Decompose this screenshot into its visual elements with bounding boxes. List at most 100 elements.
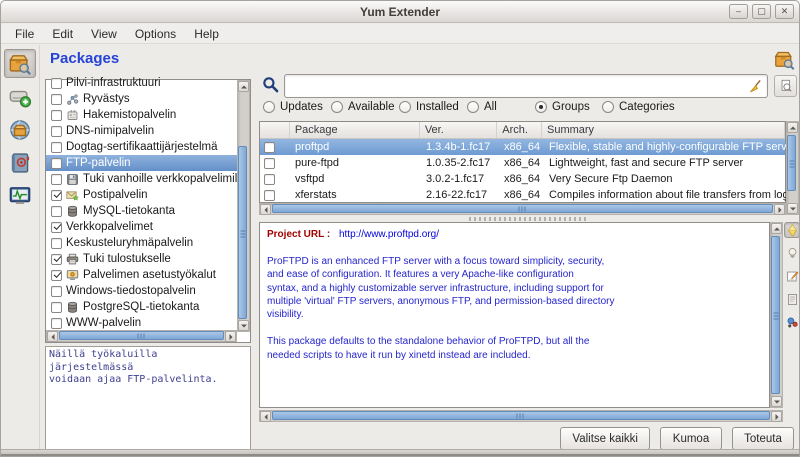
group-checkbox[interactable] <box>51 174 62 185</box>
group-checkbox[interactable] <box>51 206 62 217</box>
description-button[interactable] <box>784 222 800 238</box>
menu-view[interactable]: View <box>82 24 126 43</box>
group-checkbox[interactable] <box>51 238 62 249</box>
group-row[interactable]: Hakemistopalvelin <box>46 107 237 123</box>
group-row[interactable]: Verkkopalvelimet <box>46 219 237 235</box>
info-vscrollbar[interactable] <box>770 222 783 408</box>
package-checkbox[interactable] <box>264 174 275 185</box>
filter-all[interactable]: All <box>467 100 535 114</box>
history-button[interactable] <box>4 148 36 177</box>
radio-icon[interactable] <box>535 101 547 113</box>
scroll-left-button[interactable] <box>47 331 58 342</box>
scroll-down-button[interactable] <box>238 320 249 331</box>
group-row[interactable]: WWW-palvelin <box>46 315 237 331</box>
toteuta-button[interactable]: Toteuta <box>732 427 794 450</box>
scroll-up-button[interactable] <box>787 122 798 133</box>
group-checkbox[interactable] <box>51 190 62 201</box>
package-queue-button[interactable] <box>4 82 36 111</box>
radio-icon[interactable] <box>467 101 479 113</box>
menu-help[interactable]: Help <box>185 24 228 43</box>
package-row[interactable]: pure-ftpd1.0.35-2.fc17x86_64Lightweight,… <box>260 155 785 171</box>
scroll-down-button[interactable] <box>771 396 782 407</box>
paned-splitter-handle[interactable] <box>469 217 589 221</box>
search-options-button[interactable] <box>774 75 797 97</box>
filter-categories[interactable]: Categories <box>602 100 702 114</box>
maximize-button[interactable]: ▢ <box>752 4 771 19</box>
table-vscrollbar[interactable] <box>786 121 799 215</box>
scroll-right-button[interactable] <box>225 331 236 342</box>
group-row[interactable]: Ryvästys <box>46 91 237 107</box>
group-row[interactable]: Tuki tulostukselle <box>46 251 237 267</box>
scroll-right-button[interactable] <box>771 411 782 422</box>
group-checkbox[interactable] <box>51 302 62 313</box>
scroll-down-button[interactable] <box>787 203 798 214</box>
group-checkbox[interactable] <box>51 110 62 121</box>
valitse-kaikki-button[interactable]: Valitse kaikki <box>560 427 650 450</box>
packages-button[interactable] <box>4 49 36 78</box>
repositories-button[interactable] <box>4 115 36 144</box>
scrollbar-thumb[interactable] <box>59 331 224 340</box>
group-row[interactable]: MySQL-tietokanta <box>46 203 237 219</box>
column-summary[interactable]: Summary <box>542 122 785 138</box>
scrollbar-thumb[interactable] <box>238 146 247 319</box>
output-button[interactable] <box>4 181 36 210</box>
group-tree-hscrollbar[interactable] <box>46 330 237 342</box>
group-row[interactable]: Pilvi-infrastruktuuri <box>46 75 237 91</box>
update-info-button[interactable] <box>784 245 800 261</box>
filter-updates[interactable]: Updates <box>263 100 331 114</box>
column-select[interactable] <box>260 122 290 138</box>
changelog-button[interactable] <box>784 268 800 284</box>
scrollbar-thumb[interactable] <box>272 411 770 420</box>
filter-groups[interactable]: Groups <box>535 100 602 114</box>
menu-file[interactable]: File <box>6 24 43 43</box>
group-checkbox[interactable] <box>51 222 62 233</box>
table-hscrollbar[interactable] <box>259 203 786 215</box>
group-row[interactable]: Windows-tiedostopalvelin <box>46 283 237 299</box>
group-checkbox[interactable] <box>51 142 62 153</box>
kumoa-button[interactable]: Kumoa <box>660 427 722 450</box>
group-checkbox[interactable] <box>51 78 62 89</box>
package-row[interactable]: vsftpd3.0.2-1.fc17x86_64Very Secure Ftp … <box>260 171 785 187</box>
close-button[interactable]: ✕ <box>775 4 794 19</box>
group-checkbox[interactable] <box>51 254 62 265</box>
scroll-up-button[interactable] <box>238 81 249 92</box>
column-arch[interactable]: Arch. <box>497 122 542 138</box>
scroll-left-button[interactable] <box>260 204 271 215</box>
package-row[interactable]: xferstats2.16-22.fc17x86_64Compiles info… <box>260 187 785 203</box>
menu-options[interactable]: Options <box>126 24 185 43</box>
radio-icon[interactable] <box>331 101 343 113</box>
filter-available[interactable]: Available <box>331 100 399 114</box>
scrollbar-thumb[interactable] <box>771 236 780 394</box>
group-row[interactable]: Tuki vanhoille verkkopalvelimille <box>46 171 237 187</box>
info-hscrollbar[interactable] <box>259 410 783 422</box>
radio-icon[interactable] <box>399 101 411 113</box>
group-row[interactable]: Keskusteluryhmäpalvelin <box>46 235 237 251</box>
group-row[interactable]: FTP-palvelin <box>46 155 237 171</box>
group-row[interactable]: PostgreSQL-tietokanta <box>46 299 237 315</box>
group-row[interactable]: Palvelimen asetustyökalut <box>46 267 237 283</box>
menu-edit[interactable]: Edit <box>43 24 82 43</box>
titlebar[interactable]: Yum Extender –▢✕ <box>1 1 799 23</box>
group-checkbox[interactable] <box>51 94 62 105</box>
group-checkbox[interactable] <box>51 286 62 297</box>
filter-installed[interactable]: Installed <box>399 100 467 114</box>
column-package[interactable]: Package <box>290 122 420 138</box>
group-row[interactable]: Dogtag-sertifikaattijärjestelmä <box>46 139 237 155</box>
scrollbar-thumb[interactable] <box>787 135 796 191</box>
group-row[interactable]: Postipalvelin <box>46 187 237 203</box>
scroll-right-button[interactable] <box>774 204 785 215</box>
package-checkbox[interactable] <box>264 158 275 169</box>
group-checkbox[interactable] <box>51 270 62 281</box>
scroll-left-button[interactable] <box>260 411 271 422</box>
group-checkbox[interactable] <box>51 318 62 329</box>
package-checkbox[interactable] <box>264 190 275 201</box>
group-checkbox[interactable] <box>51 158 62 169</box>
clear-search-icon[interactable] <box>748 79 763 94</box>
group-row[interactable]: DNS-nimipalvelin <box>46 123 237 139</box>
minimize-button[interactable]: – <box>729 4 748 19</box>
group-checkbox[interactable] <box>51 126 62 137</box>
scroll-up-button[interactable] <box>771 223 782 234</box>
project-url-link[interactable]: http://www.proftpd.org/ <box>339 229 439 240</box>
search-input[interactable] <box>289 77 739 95</box>
radio-icon[interactable] <box>263 101 275 113</box>
